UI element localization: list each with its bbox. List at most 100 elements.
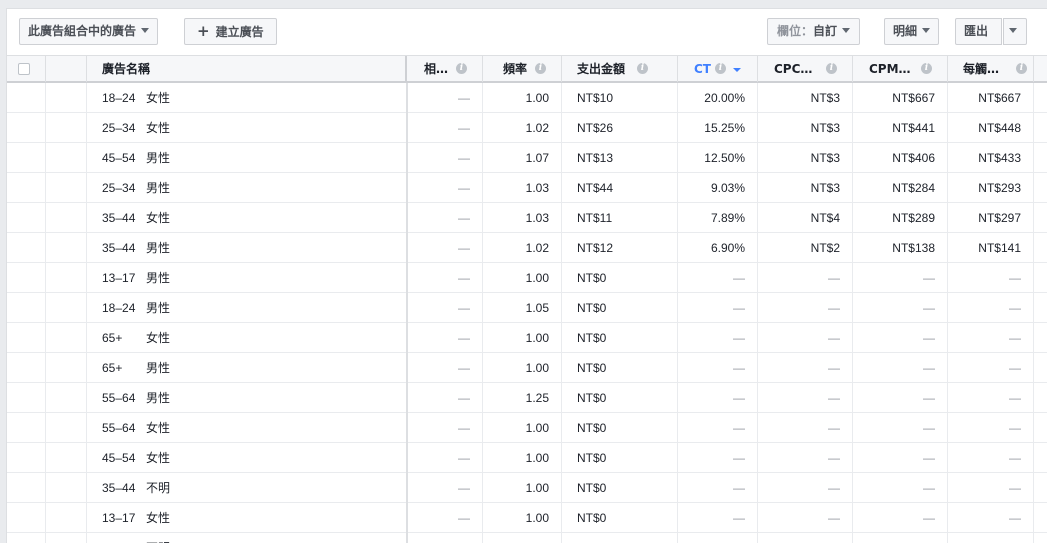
- toggle-column-header: [46, 56, 87, 82]
- gender: 男性: [146, 361, 171, 375]
- per-cell: NT$448: [948, 113, 1034, 143]
- table-row[interactable]: 55–64 男性 —1.25 NT$0— — — —: [7, 383, 1047, 413]
- ad-name-cell[interactable]: 13–17 男性: [87, 263, 407, 293]
- frequency-cell: 1.00: [483, 473, 562, 503]
- ad-name-cell[interactable]: 65+ 男性: [87, 353, 407, 383]
- header-ad-name[interactable]: 廣告名稱: [87, 56, 407, 82]
- table-row[interactable]: 45–54 男性 —1.07 NT$13 12.50% NT$3 NT$406 NT$433: [7, 143, 1047, 173]
- export-label: 匯出: [964, 24, 989, 38]
- frequency-cell: 1.05: [483, 293, 562, 323]
- header-cpm[interactable]: CPM… i: [853, 56, 948, 82]
- export-options-dropdown[interactable]: [1003, 18, 1027, 45]
- ad-name-cell[interactable]: 35–44 女性: [87, 203, 407, 233]
- row-toggle-cell: [46, 113, 87, 143]
- ctr-cell: 6.90%: [678, 233, 758, 263]
- gender: 女性: [146, 511, 171, 525]
- ad-name-cell[interactable]: 55–64 女性: [87, 413, 407, 443]
- row-checkbox-cell: [7, 143, 46, 173]
- spend-cell: NT$11: [562, 203, 678, 233]
- table-row[interactable]: 65+ 女性 —1.00 NT$0— — — —: [7, 323, 1047, 353]
- age-range: 35–44: [102, 241, 136, 255]
- cpc-cell: —: [758, 323, 853, 353]
- create-ad-button[interactable]: + 建立廣告: [184, 18, 277, 45]
- select-all-checkbox[interactable]: [18, 63, 30, 75]
- info-icon[interactable]: i: [535, 63, 546, 74]
- info-icon[interactable]: i: [1016, 63, 1027, 74]
- ad-name-cell[interactable]: 18–24 女性: [87, 83, 407, 113]
- header-cpc[interactable]: CPC… i: [758, 56, 853, 82]
- info-icon[interactable]: i: [456, 63, 467, 74]
- header-relevance[interactable]: 相… i: [407, 56, 483, 82]
- row-toggle-cell: [46, 173, 87, 203]
- ads-panel: 此廣告組合中的廣告 + 建立廣告 欄位：自訂 明細 匯出 廣告名稱 相… i 頻…: [6, 8, 1047, 543]
- table-row[interactable]: 25–34不明 1.00NT$0: [7, 533, 1047, 543]
- cpm-cell: [853, 533, 948, 543]
- info-icon[interactable]: i: [826, 63, 837, 74]
- age-range: 25–34: [102, 533, 146, 543]
- relevance-cell: —: [407, 353, 483, 383]
- spend-cell: NT$10: [562, 83, 678, 113]
- header-ctr-label: CT: [694, 62, 711, 76]
- ad-name-cell[interactable]: 18–24 男性: [87, 293, 407, 323]
- frequency-cell: 1.00: [483, 533, 562, 543]
- ad-name-cell[interactable]: 25–34 女性: [87, 113, 407, 143]
- table-row[interactable]: 25–34 女性 —1.02 NT$26 15.25% NT$3 NT$441 NT$448: [7, 113, 1047, 143]
- relevance-cell: —: [407, 443, 483, 473]
- ad-name-cell[interactable]: 35–44 不明: [87, 473, 407, 503]
- ad-name-cell[interactable]: 45–54 女性: [87, 443, 407, 473]
- age-range: 35–44: [102, 481, 136, 495]
- frequency-cell: 1.00: [483, 503, 562, 533]
- ad-name-cell[interactable]: 25–34 男性: [87, 173, 407, 203]
- relevance-cell: —: [407, 113, 483, 143]
- table-row[interactable]: 65+ 男性 —1.00 NT$0— — — —: [7, 353, 1047, 383]
- header-per[interactable]: 每觸… i: [948, 56, 1034, 82]
- header-per-label: 每觸…: [963, 62, 1000, 76]
- table-row[interactable]: 18–24 女性 —1.00 NT$10 20.00% NT$3 NT$667 NT$667: [7, 83, 1047, 113]
- table-row[interactable]: 45–54 女性 —1.00 NT$0— — — —: [7, 443, 1047, 473]
- ads-in-set-dropdown[interactable]: 此廣告組合中的廣告: [19, 18, 159, 45]
- cpm-cell: —: [853, 503, 948, 533]
- spend-cell: NT$44: [562, 173, 678, 203]
- columns-label: 欄位：: [777, 24, 814, 38]
- table-row[interactable]: 35–44 男性 —1.02 NT$12 6.90% NT$2 NT$138 NT$141: [7, 233, 1047, 263]
- ctr-cell: [678, 533, 758, 543]
- columns-dropdown[interactable]: 欄位：自訂: [767, 18, 861, 45]
- info-icon[interactable]: i: [921, 63, 932, 74]
- relevance-cell: —: [407, 203, 483, 233]
- ctr-cell: —: [678, 503, 758, 533]
- ad-name-cell[interactable]: 55–64 男性: [87, 383, 407, 413]
- table-row[interactable]: 13–17 女性 —1.00 NT$0— — — —: [7, 503, 1047, 533]
- cpm-cell: NT$284: [853, 173, 948, 203]
- cpm-cell: —: [853, 473, 948, 503]
- table-row[interactable]: 35–44 不明 —1.00 NT$0— — — —: [7, 473, 1047, 503]
- table-row[interactable]: 35–44 女性 —1.03 NT$11 7.89% NT$4 NT$289 NT$297: [7, 203, 1047, 233]
- ctr-cell: —: [678, 443, 758, 473]
- breakdown-dropdown[interactable]: 明細: [884, 18, 940, 45]
- frequency-cell: 1.00: [483, 83, 562, 113]
- header-ctr[interactable]: CT i: [678, 56, 758, 82]
- table-row[interactable]: 13–17 男性 —1.00 NT$0— — — —: [7, 263, 1047, 293]
- breakdown-label: 明細: [893, 24, 918, 38]
- table-row[interactable]: 55–64 女性 —1.00 NT$0— — — —: [7, 413, 1047, 443]
- info-icon[interactable]: i: [637, 63, 648, 74]
- ad-name-cell[interactable]: 13–17 女性: [87, 503, 407, 533]
- per-cell: —: [948, 353, 1034, 383]
- header-relevance-label: 相…: [424, 62, 449, 76]
- toolbar: 此廣告組合中的廣告 + 建立廣告 欄位：自訂 明細 匯出: [7, 9, 1047, 56]
- spend-cell: NT$0: [562, 533, 678, 543]
- header-frequency[interactable]: 頻率 i: [483, 56, 562, 82]
- ad-name-cell[interactable]: 35–44 男性: [87, 233, 407, 263]
- ad-name-cell[interactable]: 65+ 女性: [87, 323, 407, 353]
- export-button[interactable]: 匯出: [955, 18, 1002, 45]
- cpc-cell: —: [758, 383, 853, 413]
- header-ad-name-label: 廣告名稱: [102, 62, 151, 76]
- gender: 女性: [146, 121, 171, 135]
- frequency-cell: 1.03: [483, 173, 562, 203]
- ad-name-cell[interactable]: 25–34不明: [87, 533, 407, 543]
- per-cell: —: [948, 413, 1034, 443]
- table-row[interactable]: 18–24 男性 —1.05 NT$0— — — —: [7, 293, 1047, 323]
- header-spend[interactable]: 支出金額 i: [562, 56, 678, 82]
- info-icon[interactable]: i: [715, 63, 726, 74]
- ad-name-cell[interactable]: 45–54 男性: [87, 143, 407, 173]
- table-row[interactable]: 25–34 男性 —1.03 NT$44 9.03% NT$3 NT$284 NT$293: [7, 173, 1047, 203]
